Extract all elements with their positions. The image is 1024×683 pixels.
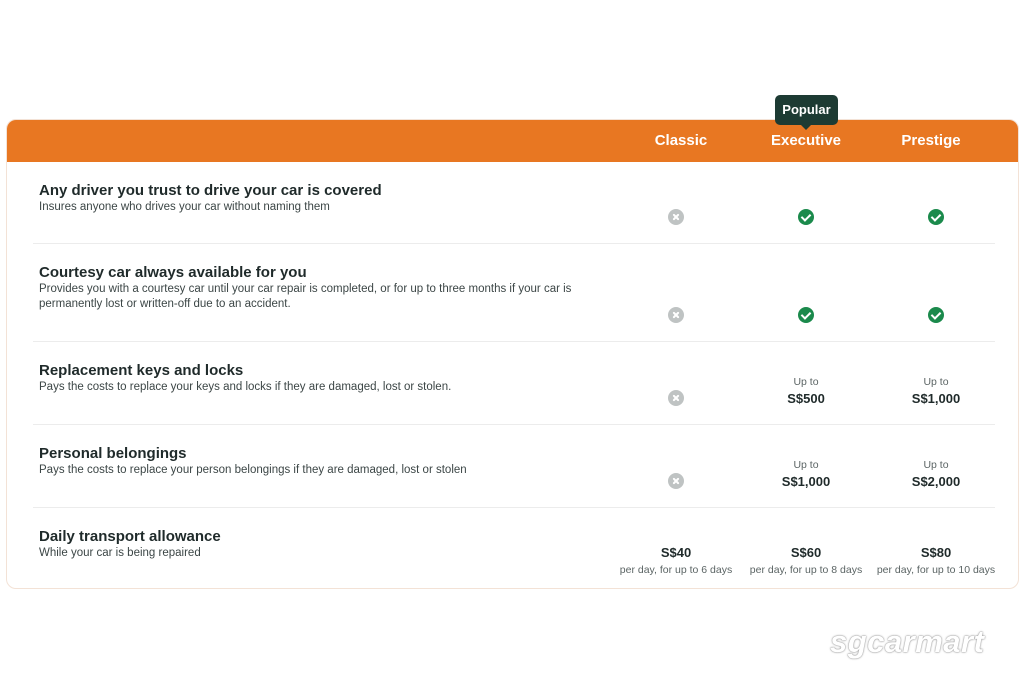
feature-title: Daily transport allowance: [39, 528, 221, 545]
feature-description: Pays the costs to replace your person be…: [39, 464, 467, 476]
up-to-label: Up to: [793, 459, 819, 471]
popular-badge-pointer: [800, 124, 812, 130]
feature-description: Provides you with a courtesy car until y…: [39, 283, 572, 310]
plan-comparison-table: Classic Executive Prestige Any driver yo…: [6, 119, 1019, 589]
cover-amount: S$1,000: [911, 391, 961, 406]
allowance-note: per day, for up to 6 days: [619, 564, 733, 576]
cross-icon: [668, 390, 684, 406]
feature-title: Courtesy car always available for you: [39, 264, 307, 281]
cross-icon: [668, 209, 684, 225]
table-row: Replacement keys and locks Pays the cost…: [33, 342, 995, 425]
feature-title: Personal belongings: [39, 445, 187, 462]
cell-prestige: Up to S$1,000: [871, 376, 1001, 406]
check-icon: [798, 307, 814, 323]
cross-icon: [668, 307, 684, 323]
up-to-label: Up to: [923, 459, 949, 471]
feature-title: Any driver you trust to drive your car i…: [39, 182, 382, 199]
allowance-amount: S$40: [660, 545, 692, 560]
table-header: Classic Executive Prestige: [7, 120, 1018, 162]
cross-icon: [668, 473, 684, 489]
plan-header-classic: Classic: [654, 132, 708, 149]
cover-amount: S$2,000: [911, 474, 961, 489]
plan-header-executive: Executive: [770, 132, 842, 149]
cell-prestige: Up to S$2,000: [871, 459, 1001, 489]
cover-amount: S$500: [787, 391, 825, 406]
table-row: Courtesy car always available for you Pr…: [33, 244, 995, 342]
allowance-amount: S$80: [920, 545, 952, 560]
cover-amount: S$1,000: [781, 474, 831, 489]
check-icon: [928, 209, 944, 225]
cell-classic: [611, 473, 741, 494]
cell-classic: [611, 390, 741, 411]
allowance-note: per day, for up to 8 days: [749, 564, 863, 576]
cell-classic: S$40 per day, for up to 6 days: [611, 542, 741, 576]
cell-executive: S$60 per day, for up to 8 days: [741, 542, 871, 576]
feature-description: While your car is being repaired: [39, 547, 201, 559]
cell-prestige: [871, 209, 1001, 230]
cell-prestige: S$80 per day, for up to 10 days: [871, 542, 1001, 576]
allowance-amount: S$60: [790, 545, 822, 560]
check-icon: [798, 209, 814, 225]
feature-description: Insures anyone who drives your car witho…: [39, 201, 330, 213]
cell-executive: [741, 209, 871, 230]
watermark-logo: sgcarmart: [830, 624, 985, 659]
table-row: Daily transport allowance While your car…: [33, 508, 995, 588]
cell-classic: [611, 307, 741, 328]
cell-executive: Up to S$1,000: [741, 459, 871, 489]
plan-header-prestige: Prestige: [901, 132, 961, 149]
cell-prestige: [871, 307, 1001, 328]
up-to-label: Up to: [793, 376, 819, 388]
table-row: Any driver you trust to drive your car i…: [33, 162, 995, 244]
feature-title: Replacement keys and locks: [39, 362, 244, 379]
cell-executive: [741, 307, 871, 328]
check-icon: [928, 307, 944, 323]
table-row: Personal belongings Pays the costs to re…: [33, 425, 995, 508]
feature-description: Pays the costs to replace your keys and …: [39, 381, 452, 393]
cell-classic: [611, 209, 741, 230]
allowance-note: per day, for up to 10 days: [876, 564, 996, 576]
up-to-label: Up to: [923, 376, 949, 388]
popular-badge: Popular: [775, 95, 838, 125]
cell-executive: Up to S$500: [741, 376, 871, 406]
